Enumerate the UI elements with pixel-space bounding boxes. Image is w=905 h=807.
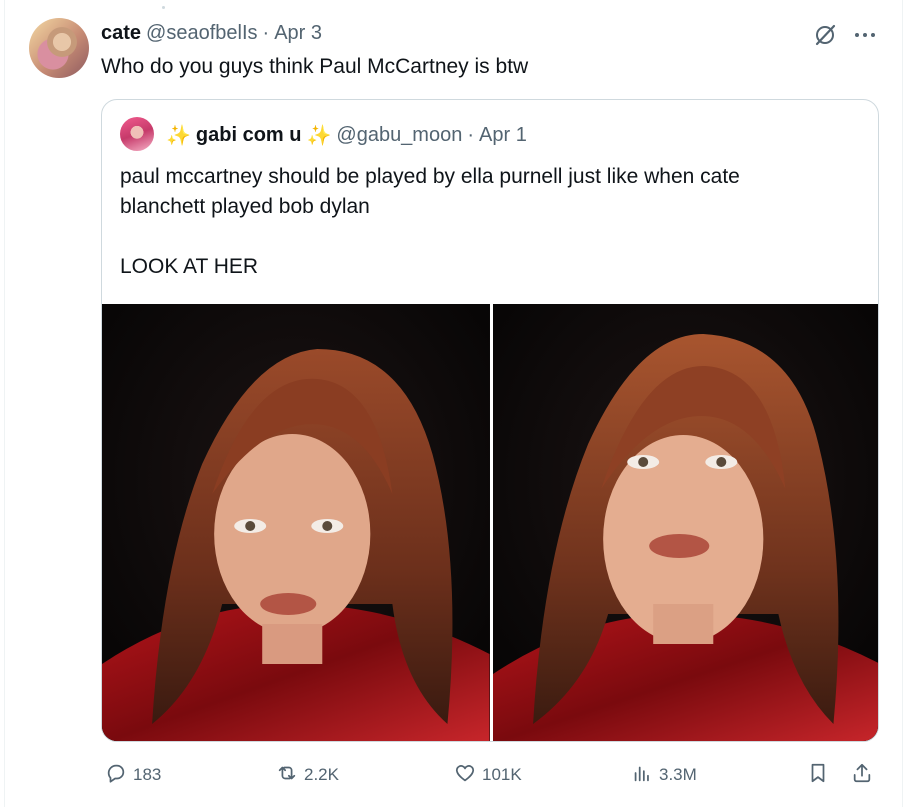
quoted-post-text: paul mccartney should be played by ella … [120,162,860,282]
views-button[interactable]: 3.3M [631,760,697,790]
view-count: 3.3M [659,765,697,784]
author-handle[interactable]: @seaofbelIs [146,22,257,45]
photo-1[interactable] [102,304,490,741]
reply-count: 183 [133,765,162,784]
views-chart-icon [631,762,653,789]
header-separator: · [262,21,270,44]
share-button[interactable] [851,760,873,790]
author-name[interactable]: cate [101,22,141,45]
quoted-post[interactable]: ✨ gabi com u ✨ @gabu_moon · Apr 1 paul m… [101,99,879,742]
sparkle-emoji: ✨ [306,124,332,147]
repost-button[interactable]: 2.2K [276,760,339,790]
post-text: Who do you guys think Paul McCartney is … [101,55,529,78]
like-count: 101K [482,765,522,784]
like-button[interactable]: 101K [454,760,522,790]
share-icon [851,762,873,789]
thread-dot [162,6,165,9]
quoted-author-name[interactable]: gabi com u [196,124,302,147]
repost-count: 2.2K [304,765,339,784]
photo-2[interactable] [492,304,878,741]
quoted-post-date[interactable]: Apr 1 [479,124,527,147]
repost-icon [276,762,298,789]
more-options-icon[interactable] [852,22,878,48]
timeline-border-right [902,0,903,807]
reply-icon [105,762,127,789]
quoted-post-header: ✨ gabi com u ✨ @gabu_moon · Apr 1 [166,122,527,148]
media-grid [102,304,878,741]
post-actions: 183 2.2K 101K 3.3M [101,760,879,790]
quoted-author-avatar[interactable] [120,117,154,151]
bookmark-button[interactable] [807,760,829,790]
reply-button[interactable]: 183 [105,760,161,790]
post-header: cate @seaofbelIs · Apr 3 [101,20,322,46]
quoted-author-handle[interactable]: @gabu_moon [336,124,462,147]
sparkle-emoji: ✨ [166,124,191,147]
heart-icon [454,762,476,789]
post-date[interactable]: Apr 3 [274,22,322,45]
author-avatar[interactable] [29,18,89,78]
quoted-text-line: LOOK AT HER [120,255,259,278]
quoted-text-line: blanchett played bob dylan [120,195,370,218]
quoted-header-separator: · [467,123,475,146]
bookmark-icon [807,762,829,789]
grok-icon[interactable] [812,22,838,48]
timeline-border-left [4,0,5,807]
quoted-text-line: paul mccartney should be played by ella … [120,165,740,188]
